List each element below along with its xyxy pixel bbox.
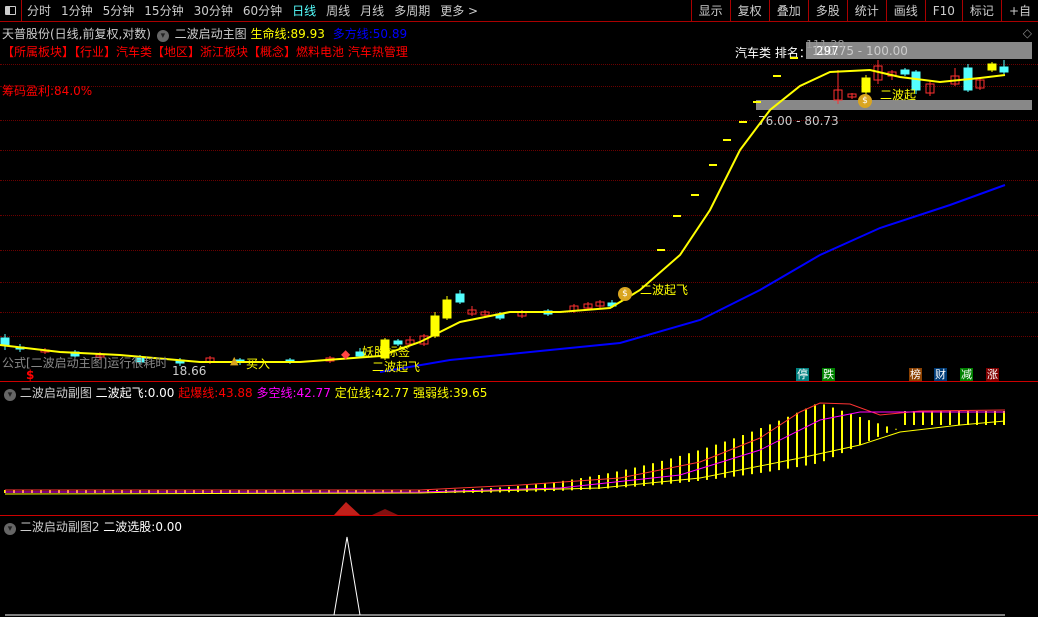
signal-second-wave-short: 二波起 [880,88,917,102]
strength-line [4,420,1006,495]
dollar-icon: $ [26,368,35,382]
signal-chip[interactable]: 财 [934,368,947,381]
pos-value: 42.77 [374,386,410,400]
pick-value: 0.00 [155,520,183,534]
strength-value: 39.65 [453,386,488,400]
burst-value: 43.88 [218,386,253,400]
pick-label: 二波选股: [103,520,156,534]
signal-chip[interactable]: 跌 [822,368,835,381]
sub1-title[interactable]: 二波启动副图 [20,386,92,400]
bull-line [379,184,1006,373]
long-short-line [5,411,1005,493]
diamond-gem-icon: ◆ [341,347,351,361]
candle-body [0,337,10,346]
signal-buy: 买入 [246,357,271,371]
money-bag-icon: $ [858,94,872,108]
signal-second-wave-1: 二波起飞 [640,283,689,297]
candle-body [861,77,871,93]
signal-chip[interactable]: 涨 [986,368,999,381]
signal-demon-tag: 妖股标签 [362,345,411,359]
signal-chip[interactable]: 榜 [909,368,922,381]
burst-label: 起爆线: [178,386,219,400]
fly-label: 二波起飞: [95,386,148,400]
sub1-header: ▾ 二波启动副图 二波起飞:0.00 起爆线:43.88 多空线:42.77 定… [4,384,487,401]
signal-chip[interactable]: 停 [796,368,809,381]
sub2-title[interactable]: 二波启动副图2 [20,520,100,534]
money-bag-icon: $ [618,287,632,301]
fly-value: 0.00 [147,386,175,400]
candle-body [455,293,465,303]
candle-body [442,299,452,319]
signal-second-wave-2: 二波起飞 [372,360,421,374]
signal-chip[interactable]: 减 [960,368,973,381]
pos-label: 定位线: [334,386,375,400]
candle-body [987,63,997,71]
pick-spike [333,536,361,616]
ls-label: 多空线: [256,386,297,400]
sub1-dropdown-icon[interactable]: ▾ [4,389,16,401]
sub2-header: ▾ 二波启动副图2 二波选股:0.00 [4,518,182,535]
low-label: 18.66 [172,364,207,378]
peak-marker [334,502,360,515]
ls-value: 42.77 [296,386,331,400]
candle-body [999,66,1009,73]
sub2-dropdown-icon[interactable]: ▾ [4,523,16,535]
bell-icon: ▲ [230,354,239,367]
candle-body [900,69,910,75]
strength-label: 强弱线: [412,386,454,400]
